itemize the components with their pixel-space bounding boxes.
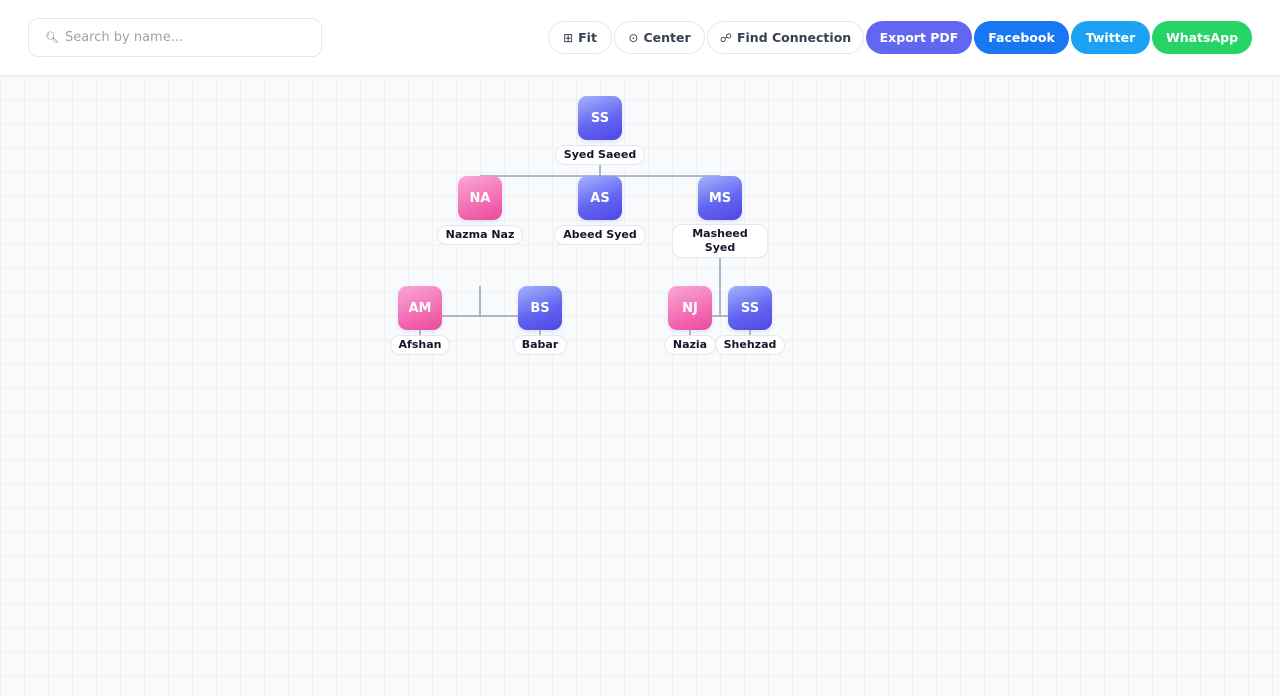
export-pdf-label: Export PDF xyxy=(879,30,959,45)
search-icon: 🔍︎ xyxy=(45,31,59,44)
find-connection-label: Find Connection xyxy=(736,30,852,45)
avatar-babar[interactable]: BS xyxy=(518,286,562,330)
avatar-initials: BS xyxy=(530,300,550,316)
name-label-babar[interactable]: Babar xyxy=(513,335,567,355)
find-connection-button[interactable]: ☍ Find Connection xyxy=(707,21,864,54)
person-name: Syed Saeed xyxy=(563,148,637,161)
facebook-label: Facebook xyxy=(988,30,1055,45)
name-label-nazma-naz[interactable]: Nazma Naz xyxy=(437,225,523,245)
name-label-nazia[interactable]: Nazia xyxy=(664,335,716,355)
fit-button[interactable]: ⊞ Fit xyxy=(548,21,612,54)
fit-label: Fit xyxy=(578,30,597,45)
facebook-share-button[interactable]: Facebook xyxy=(974,21,1069,54)
center-label: Center xyxy=(643,30,691,45)
toolbar: 🔍︎ ⊞ Fit ⊙ Center ☍ Find Connection Expo… xyxy=(0,0,1280,76)
twitter-share-button[interactable]: Twitter xyxy=(1071,21,1150,54)
tree-canvas[interactable] xyxy=(0,76,1280,696)
link-icon: ☍ xyxy=(719,30,732,45)
center-icon: ⊙ xyxy=(628,30,639,45)
avatar-afshan[interactable]: AM xyxy=(398,286,442,330)
avatar-initials: AS xyxy=(590,190,610,206)
name-label-abeed-syed[interactable]: Abeed Syed xyxy=(554,225,646,245)
avatar-initials: SS xyxy=(740,300,760,316)
person-name: Abeed Syed xyxy=(563,228,637,241)
avatar-syed-saeed[interactable]: SS xyxy=(578,96,622,140)
avatar-initials: NA xyxy=(469,190,491,206)
avatar-shehzad[interactable]: SS xyxy=(728,286,772,330)
name-label-afshan[interactable]: Afshan xyxy=(390,335,450,355)
avatar-masheed-syed[interactable]: MS xyxy=(698,176,742,220)
avatar-initials: SS xyxy=(590,110,610,126)
name-label-syed-saeed[interactable]: Syed Saeed xyxy=(555,145,645,165)
avatar-initials: NJ xyxy=(682,300,698,316)
person-name: Nazia xyxy=(672,338,708,351)
search-box[interactable]: 🔍︎ xyxy=(28,18,322,57)
avatar-abeed-syed[interactable]: AS xyxy=(578,176,622,220)
avatar-initials: AM xyxy=(408,300,432,316)
avatar-initials: MS xyxy=(708,190,732,206)
avatar-nazia[interactable]: NJ xyxy=(668,286,712,330)
whatsapp-label: WhatsApp xyxy=(1165,30,1239,45)
person-name: Masheed Syed xyxy=(692,227,748,254)
name-label-shehzad[interactable]: Shehzad xyxy=(715,335,785,355)
person-name: Shehzad xyxy=(723,338,777,351)
search-input[interactable] xyxy=(64,30,305,45)
whatsapp-share-button[interactable]: WhatsApp xyxy=(1152,21,1252,54)
center-button[interactable]: ⊙ Center xyxy=(614,21,705,54)
person-name: Afshan xyxy=(398,338,442,351)
person-name: Babar xyxy=(521,338,559,351)
person-name: Nazma Naz xyxy=(445,228,515,241)
export-pdf-button[interactable]: Export PDF xyxy=(866,21,972,54)
fit-icon: ⊞ xyxy=(563,30,574,45)
twitter-label: Twitter xyxy=(1085,30,1136,45)
avatar-nazma-naz[interactable]: NA xyxy=(458,176,502,220)
name-label-masheed-syed[interactable]: Masheed Syed xyxy=(672,224,768,258)
